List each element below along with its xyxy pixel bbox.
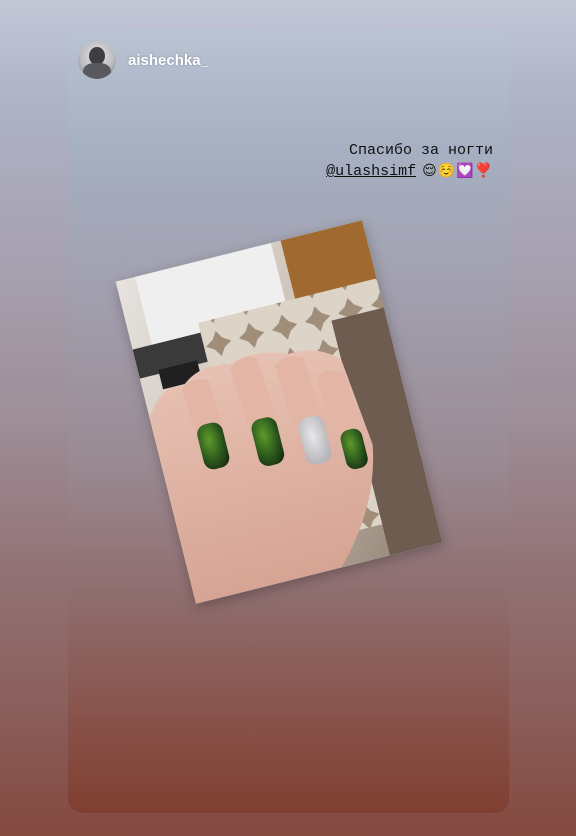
story-card[interactable]: aishechka_ Спасибо за ногти @ulashsimf 😌… [68, 28, 509, 813]
nail-photo-image [115, 220, 443, 604]
profile-avatar[interactable] [78, 41, 116, 79]
caption-line1: Спасибо за ногти [348, 142, 493, 159]
username[interactable]: aishechka_ [128, 52, 209, 69]
caption-line2: @ulashsimf 😌☺️💟❣️ [326, 161, 493, 182]
story-caption: Спасибо за ногти @ulashsimf 😌☺️💟❣️ [326, 140, 493, 182]
avatar-body [83, 63, 111, 79]
nail-photo[interactable] [115, 220, 443, 604]
mention-link[interactable]: @ulashsimf [326, 161, 416, 182]
caption-emojis: 😌☺️💟❣️ [422, 163, 493, 179]
story-header: aishechka_ [78, 40, 209, 80]
